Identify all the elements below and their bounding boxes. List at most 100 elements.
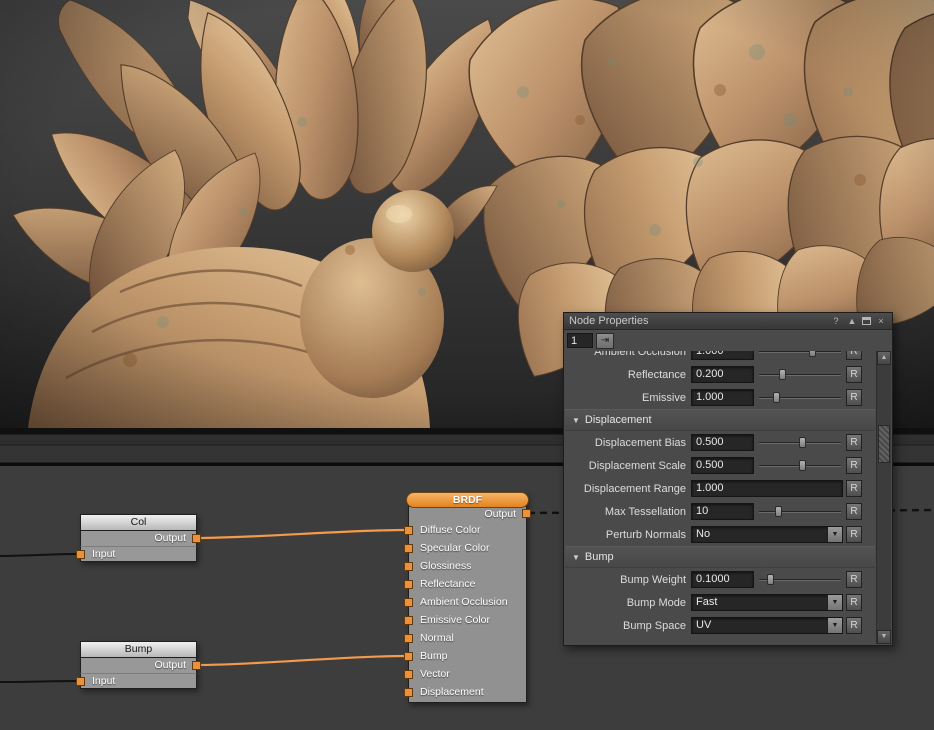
section-header-bump[interactable]: ▼ Bump: [565, 546, 875, 568]
input-connector[interactable]: [404, 688, 413, 697]
slider[interactable]: [757, 366, 843, 383]
input-label: Displacement: [420, 686, 484, 698]
node-bump[interactable]: Bump Output Input: [80, 641, 197, 689]
reset-button[interactable]: R: [846, 594, 862, 611]
brdf-input-row: Emissive Color: [409, 612, 526, 630]
value-field[interactable]: 1.000: [691, 389, 754, 406]
property-row-ambient-occlusion: Ambient Occlusion 1.000 R: [565, 351, 875, 363]
reset-button[interactable]: R: [846, 526, 862, 543]
reset-button[interactable]: R: [846, 617, 862, 634]
brdf-input-row: Diffuse Color: [409, 522, 526, 540]
chevron-down-icon[interactable]: ▼: [827, 618, 842, 633]
reset-button[interactable]: R: [846, 457, 862, 474]
collapse-triangle-icon: ▼: [572, 553, 580, 562]
value-field[interactable]: 10: [691, 503, 754, 520]
reset-button[interactable]: R: [846, 571, 862, 588]
input-label: Specular Color: [420, 542, 489, 554]
value-field[interactable]: 1.000: [691, 480, 843, 497]
slider-handle[interactable]: [773, 392, 780, 403]
property-label: Ambient Occlusion: [565, 351, 691, 358]
reset-button[interactable]: R: [846, 351, 862, 360]
value-field[interactable]: 0.500: [691, 457, 754, 474]
property-label: Displacement Range: [565, 483, 691, 495]
property-label: Perturb Normals: [565, 529, 691, 541]
sync-selection-button[interactable]: ⇥: [596, 333, 614, 349]
dropdown-value: UV: [692, 618, 827, 633]
node-brdf-title[interactable]: BRDF: [406, 492, 529, 508]
dropdown[interactable]: UV ▼: [691, 617, 843, 634]
value-field[interactable]: 1.000: [691, 351, 754, 360]
output-connector[interactable]: [192, 661, 201, 670]
index-input[interactable]: [567, 333, 593, 348]
collapse-icon[interactable]: ▲: [846, 315, 858, 327]
slider[interactable]: [757, 434, 843, 451]
slider-handle[interactable]: [799, 460, 806, 471]
slider[interactable]: [757, 571, 843, 588]
input-connector[interactable]: [404, 562, 413, 571]
input-connector[interactable]: [404, 652, 413, 661]
value-field[interactable]: 0.500: [691, 434, 754, 451]
value-field[interactable]: 0.200: [691, 366, 754, 383]
input-connector[interactable]: [404, 634, 413, 643]
property-rows: Ambient Occlusion 1.000 R Reflectance 0.…: [565, 351, 875, 644]
input-label: Bump: [420, 650, 447, 662]
node-bump-title[interactable]: Bump: [80, 641, 197, 657]
dropdown-value: Fast: [692, 595, 827, 610]
input-connector[interactable]: [76, 677, 85, 686]
input-connector[interactable]: [404, 526, 413, 535]
property-row-displacement-range: Displacement Range 1.000 R: [565, 477, 875, 500]
node-col-title[interactable]: Col: [80, 514, 197, 530]
input-connector[interactable]: [404, 544, 413, 553]
scrollbar-thumb[interactable]: [878, 425, 890, 463]
arrow-to-bar-icon: ⇥: [601, 335, 609, 346]
reset-button[interactable]: R: [846, 366, 862, 383]
input-connector[interactable]: [76, 550, 85, 559]
panel-subheader: ⇥: [564, 330, 892, 351]
brdf-input-row: Ambient Occlusion: [409, 594, 526, 612]
section-header-displacement[interactable]: ▼ Displacement: [565, 409, 875, 431]
output-connector[interactable]: [522, 509, 531, 518]
node-properties-panel: Node Properties ? ▲ × ⇥ Ambient Occlusio…: [563, 312, 893, 646]
reset-button[interactable]: R: [846, 503, 862, 520]
section-label: Displacement: [585, 414, 652, 426]
input-connector[interactable]: [404, 670, 413, 679]
help-icon[interactable]: ?: [830, 315, 842, 327]
value-field[interactable]: 0.1000: [691, 571, 754, 588]
node-col-output-row: Output: [80, 530, 197, 546]
input-connector[interactable]: [404, 580, 413, 589]
property-label: Reflectance: [565, 369, 691, 381]
panel-titlebar[interactable]: Node Properties ? ▲ ×: [564, 313, 892, 330]
reset-button[interactable]: R: [846, 389, 862, 406]
input-connector[interactable]: [404, 616, 413, 625]
property-row-perturb-normals: Perturb Normals No ▼ R: [565, 523, 875, 546]
property-row-bump-space: Bump Space UV ▼ R: [565, 614, 875, 637]
slider[interactable]: [757, 351, 843, 360]
slider-handle[interactable]: [775, 506, 782, 517]
slider[interactable]: [757, 503, 843, 520]
node-brdf[interactable]: BRDF Output Diffuse Color Specular Color…: [408, 492, 527, 703]
popout-window-icon[interactable]: [862, 317, 871, 325]
dropdown[interactable]: No ▼: [691, 526, 843, 543]
close-icon[interactable]: ×: [875, 315, 887, 327]
scroll-up-icon[interactable]: ▲: [877, 351, 891, 365]
property-label: Max Tessellation: [565, 506, 691, 518]
brdf-input-row: Vector: [409, 666, 526, 684]
node-col[interactable]: Col Output Input: [80, 514, 197, 562]
slider[interactable]: [757, 457, 843, 474]
slider-handle[interactable]: [809, 351, 816, 357]
slider-track: [759, 351, 841, 353]
chevron-down-icon[interactable]: ▼: [827, 595, 842, 610]
property-label: Displacement Scale: [565, 460, 691, 472]
panel-scrollbar[interactable]: ▲ ▼: [876, 351, 891, 644]
slider-handle[interactable]: [779, 369, 786, 380]
slider-handle[interactable]: [799, 437, 806, 448]
slider-handle[interactable]: [767, 574, 774, 585]
reset-button[interactable]: R: [846, 434, 862, 451]
scroll-down-icon[interactable]: ▼: [877, 630, 891, 644]
output-connector[interactable]: [192, 534, 201, 543]
slider[interactable]: [757, 389, 843, 406]
chevron-down-icon[interactable]: ▼: [827, 527, 842, 542]
input-connector[interactable]: [404, 598, 413, 607]
dropdown[interactable]: Fast ▼: [691, 594, 843, 611]
reset-button[interactable]: R: [846, 480, 862, 497]
